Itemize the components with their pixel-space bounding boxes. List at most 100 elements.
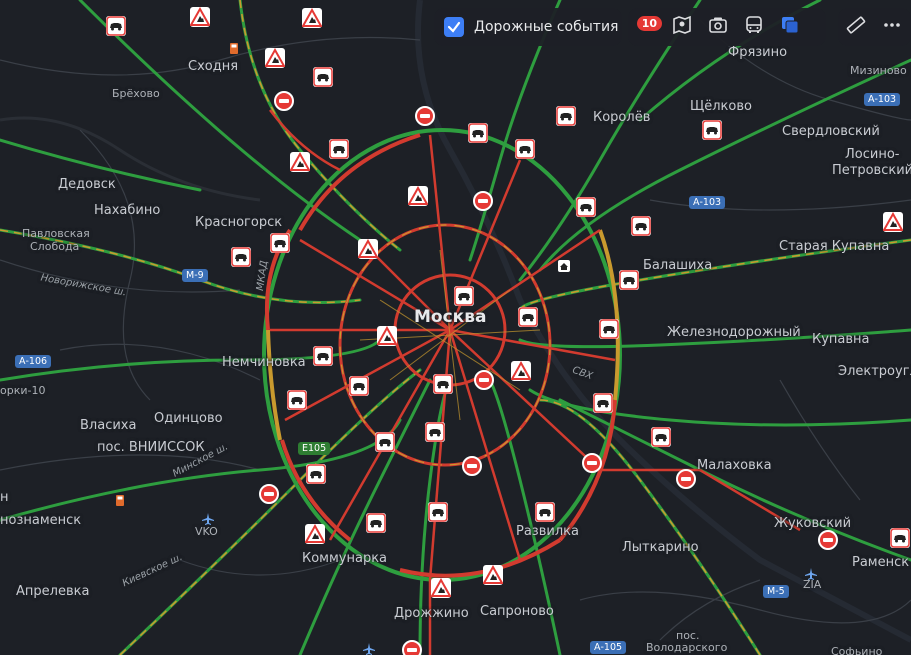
roadworks-icon[interactable] (265, 48, 285, 68)
road-closure-icon[interactable] (818, 530, 838, 550)
road-closure-icon[interactable] (402, 640, 422, 655)
accident-icon[interactable] (631, 216, 651, 236)
label-nemchinovka: Немчиновка (222, 355, 306, 370)
label-nakhabino: Нахабино (94, 203, 161, 218)
label-drozhzhino: Дрожжино (394, 606, 469, 621)
accident-icon[interactable] (468, 123, 488, 143)
accident-icon[interactable] (651, 427, 671, 447)
camera-icon (707, 14, 729, 40)
airport-icon[interactable] (201, 511, 215, 525)
shield-a103-1: А-103 (864, 93, 901, 106)
shield-e105: E105 (298, 442, 331, 455)
label-skhodnya: Сходня (188, 59, 239, 74)
airport-icon[interactable] (362, 641, 376, 655)
label-odintsovo: Одинцово (154, 411, 223, 426)
label-sverdlovsky: Свердловский (782, 124, 880, 139)
accident-icon[interactable] (535, 502, 555, 522)
road-closure-icon[interactable] (676, 469, 696, 489)
label-krasnogorsk: Красногорск (195, 215, 283, 230)
accident-icon[interactable] (593, 393, 613, 413)
accident-icon[interactable] (454, 286, 474, 306)
label-kommunarka: Коммунарка (302, 551, 388, 566)
label-pavlovskaya-1: Павловская (22, 227, 90, 240)
road-closure-icon[interactable] (582, 453, 602, 473)
accident-icon[interactable] (556, 106, 576, 126)
fuel-icon (228, 40, 242, 54)
label-malakhovka: Малаховка (697, 458, 772, 473)
road-closure-icon[interactable] (473, 191, 493, 211)
roadworks-icon[interactable] (408, 186, 428, 206)
accident-icon[interactable] (349, 376, 369, 396)
accident-icon[interactable] (576, 197, 596, 217)
roadworks-icon[interactable] (290, 152, 310, 172)
roadworks-icon[interactable] (190, 7, 210, 27)
accident-icon[interactable] (425, 422, 445, 442)
label-znamensk: нознаменск (0, 513, 82, 528)
label-balashikha: Балашиха (643, 258, 713, 273)
label-volodarsky-2: Володарского (646, 641, 728, 654)
roadworks-icon[interactable] (302, 8, 322, 28)
airport-icon[interactable] (804, 566, 818, 580)
roadworks-icon[interactable] (305, 524, 325, 544)
label-losino-2: Петровский (832, 163, 911, 178)
accident-icon[interactable] (515, 139, 535, 159)
accident-icon[interactable] (106, 16, 126, 36)
roadworks-icon[interactable] (358, 239, 378, 259)
label-losino-1: Лосино- (845, 147, 900, 162)
road-closure-icon[interactable] (274, 91, 294, 111)
traffic-events-toggle[interactable]: Дорожные события (434, 8, 622, 46)
label-gorki: орки-10 (0, 384, 46, 397)
road-closure-icon[interactable] (259, 484, 279, 504)
events-button[interactable]: 10 (628, 9, 664, 45)
road-closure-icon[interactable] (474, 370, 494, 390)
road-closure-icon[interactable] (415, 106, 435, 126)
label-kupavna: Купавна (812, 332, 870, 347)
checkbox-icon[interactable] (444, 17, 464, 37)
accident-icon[interactable] (428, 502, 448, 522)
accident-icon[interactable] (313, 346, 333, 366)
ruler-button[interactable] (838, 9, 874, 45)
label-staraya-kupavna: Старая Купавна (779, 239, 890, 254)
accident-icon[interactable] (890, 528, 910, 548)
transit-button[interactable] (736, 9, 772, 45)
label-shchelkovo: Щёлково (690, 99, 752, 114)
accident-icon[interactable] (313, 67, 333, 87)
accident-icon[interactable] (702, 120, 722, 140)
accident-icon[interactable] (306, 464, 326, 484)
accident-icon[interactable] (231, 247, 251, 267)
roadworks-icon[interactable] (883, 212, 903, 232)
label-vlasikha: Власиха (80, 418, 137, 433)
label-vko: VKO (195, 525, 218, 538)
label-sofyino: Софьино (831, 645, 883, 655)
bus-icon (743, 14, 765, 40)
shield-a106: А-106 (15, 355, 52, 368)
ruler-icon (845, 14, 867, 40)
layers-button[interactable] (772, 9, 808, 45)
accident-icon[interactable] (287, 390, 307, 410)
accident-icon[interactable] (619, 270, 639, 290)
label-zheleznodorozhny: Железнодорожный (667, 325, 801, 340)
shield-a103-2: А-103 (689, 196, 726, 209)
label-zhukovsky: Жуковский (774, 516, 852, 531)
accident-icon[interactable] (518, 307, 538, 327)
camera-button[interactable] (700, 9, 736, 45)
accident-icon[interactable] (375, 432, 395, 452)
accident-icon[interactable] (329, 139, 349, 159)
roadworks-icon[interactable] (431, 578, 451, 598)
label-lytkarino: Лыткарино (622, 540, 699, 555)
accident-icon[interactable] (366, 513, 386, 533)
label-razvilka: Развилка (516, 524, 579, 539)
label-mizinovo: Мизиново (850, 64, 907, 77)
road-closure-icon[interactable] (462, 456, 482, 476)
accident-icon[interactable] (270, 233, 290, 253)
roadworks-icon[interactable] (511, 361, 531, 381)
accident-icon[interactable] (433, 374, 453, 394)
label-dedovsk: Дедовск (58, 177, 116, 192)
panorama-icon (671, 14, 693, 40)
roadworks-icon[interactable] (483, 565, 503, 585)
more-button[interactable] (874, 9, 910, 45)
accident-icon[interactable] (599, 319, 619, 339)
roadworks-icon[interactable] (377, 326, 397, 346)
label-korolev: Королёв (593, 110, 651, 125)
panorama-button[interactable] (664, 9, 700, 45)
